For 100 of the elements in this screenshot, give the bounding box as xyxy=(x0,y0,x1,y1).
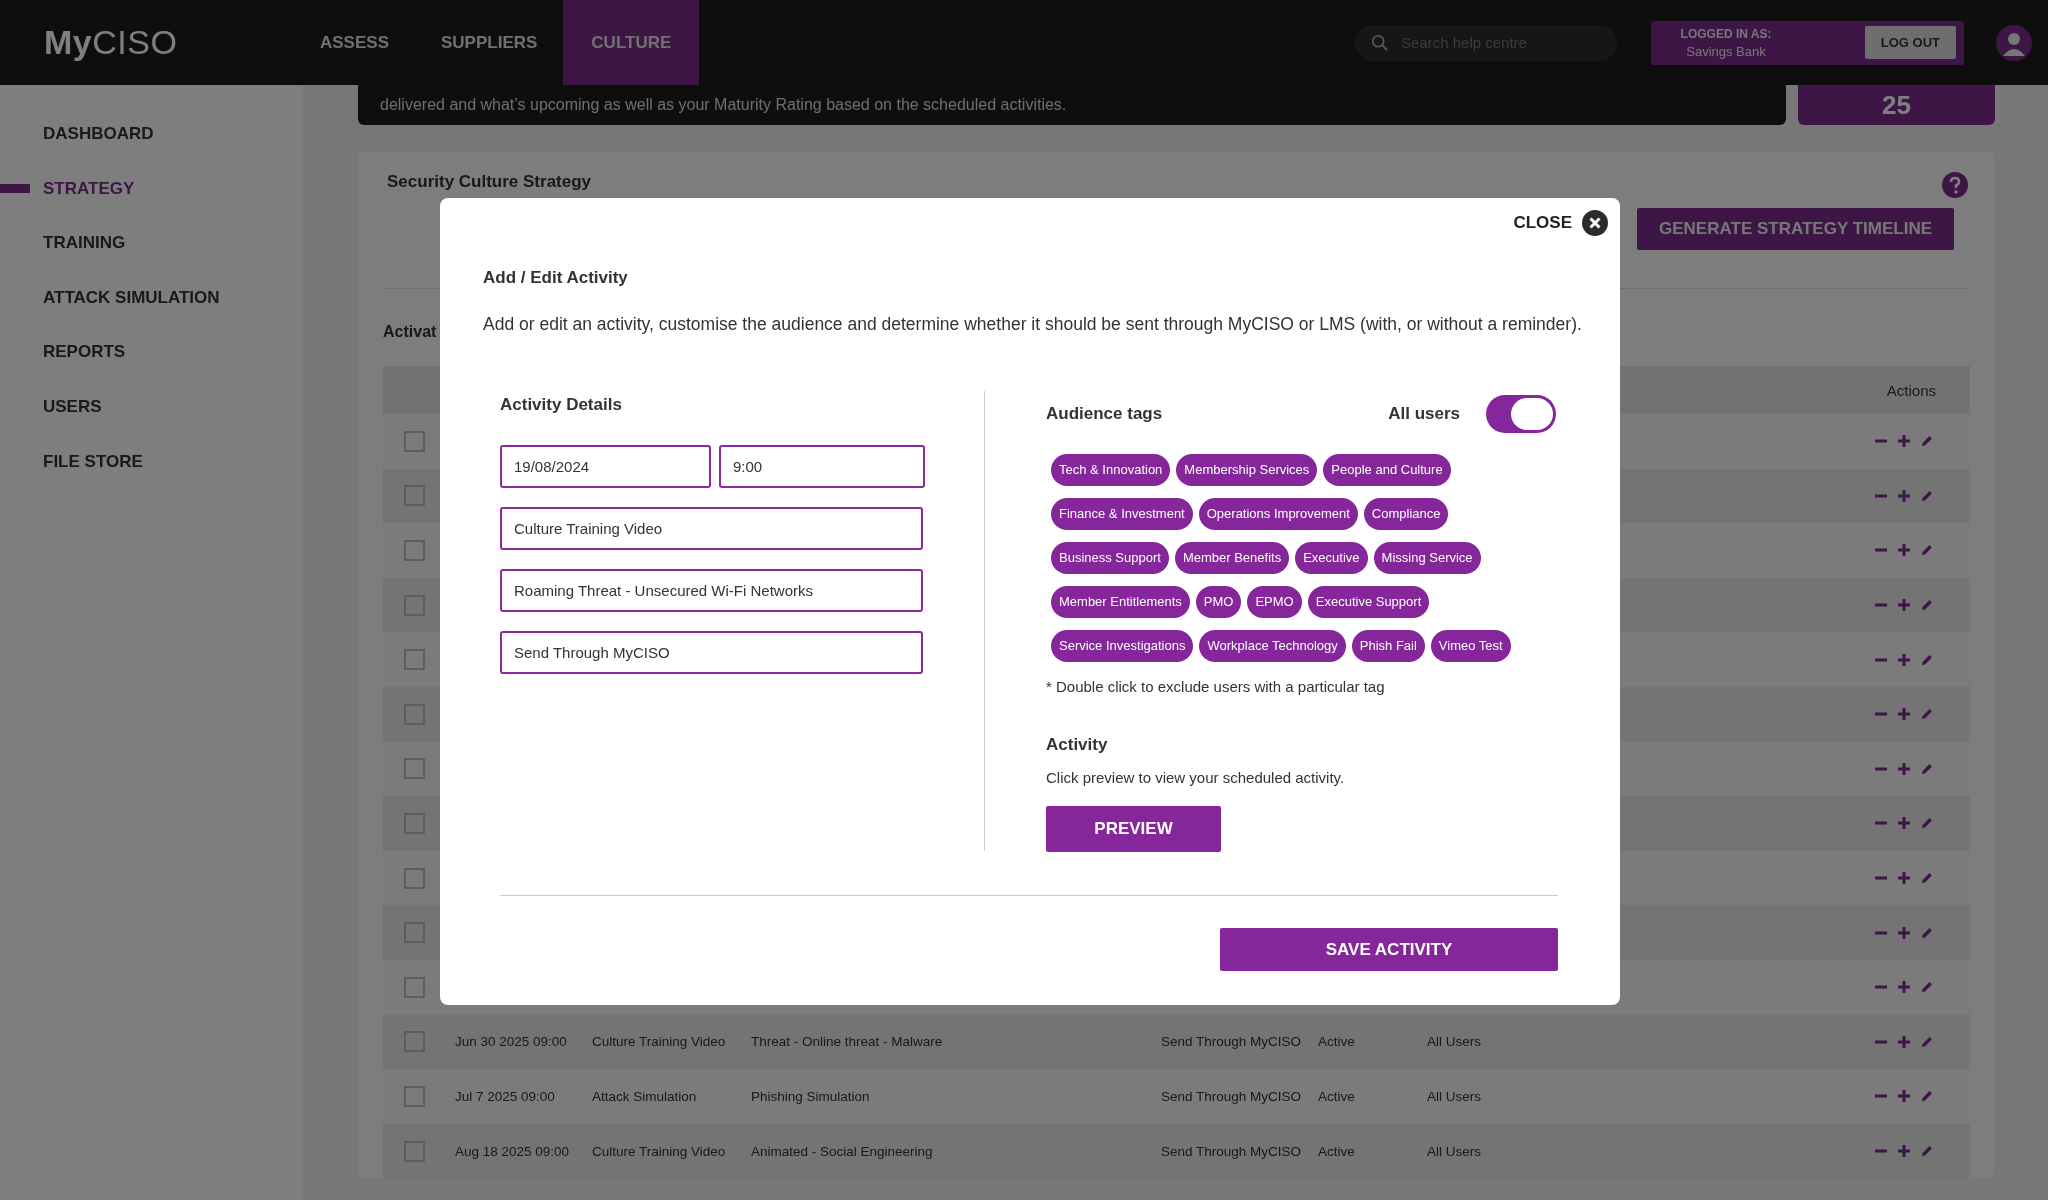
avatar-icon[interactable] xyxy=(1996,24,2032,61)
audience-tag[interactable]: Business Support xyxy=(1051,542,1169,574)
dialog-title: Add / Edit Activity xyxy=(483,268,629,288)
audience-tag[interactable]: Compliance xyxy=(1363,498,1449,530)
plus-icon[interactable] xyxy=(1897,543,1911,558)
audience-tag[interactable]: Executive xyxy=(1295,542,1368,574)
table-cell-text: Jun 30 2025 09:00 xyxy=(455,1034,568,1050)
pencil-icon[interactable] xyxy=(1920,652,1934,667)
plus-icon[interactable] xyxy=(1897,816,1911,831)
pencil-icon[interactable] xyxy=(1920,871,1934,886)
checkbox[interactable] xyxy=(404,540,425,561)
section-heading: Activity xyxy=(1046,735,1109,755)
card-title: Security Culture Strategy xyxy=(387,172,592,193)
sidebar-item[interactable]: USERS xyxy=(0,395,303,451)
table-cell-text: Send Through MyCISO xyxy=(1161,1143,1303,1159)
audience-tag[interactable]: Vimeo Test xyxy=(1430,630,1511,662)
pencil-icon[interactable] xyxy=(1920,980,1934,995)
score-value: 25 xyxy=(1882,89,1911,121)
checkbox[interactable] xyxy=(404,976,425,998)
pencil-icon[interactable] xyxy=(1920,816,1934,831)
logo[interactable]: MyCISO xyxy=(44,23,294,62)
plus-icon[interactable] xyxy=(1897,980,1911,995)
plus-icon[interactable] xyxy=(1897,925,1911,940)
hint-text: * Double click to exclude users with a particular tag xyxy=(1046,678,1386,695)
all-users-toggle[interactable] xyxy=(1486,395,1556,433)
pencil-icon[interactable] xyxy=(1920,761,1934,776)
table-cell-text: Send Through MyCISO xyxy=(1161,1034,1303,1050)
date-field[interactable]: 19/08/2024 xyxy=(500,445,711,488)
time-field[interactable]: 9:00 xyxy=(719,445,925,488)
sidebar-item[interactable]: ATTACK SIMULATION xyxy=(0,286,303,342)
preview-button[interactable]: PREVIEW xyxy=(1046,806,1221,852)
pencil-icon[interactable] xyxy=(1920,434,1934,449)
plus-icon[interactable] xyxy=(1897,652,1911,667)
checkbox[interactable] xyxy=(404,1085,425,1107)
table-cell-text: Active xyxy=(1318,1088,1356,1104)
help-icon[interactable] xyxy=(1942,172,1968,198)
table-cell-text: Send Through MyCISO xyxy=(1161,1088,1303,1104)
sidebar-item[interactable]: FILE STORE xyxy=(0,450,303,506)
pencil-icon[interactable] xyxy=(1920,1144,1934,1158)
checkbox[interactable] xyxy=(404,430,425,452)
toggle-label: All users xyxy=(1388,404,1460,424)
activity-type-field[interactable]: Culture Training Video xyxy=(500,507,923,550)
plus-icon[interactable] xyxy=(1897,598,1911,613)
audience-tag[interactable]: Operations Improvement xyxy=(1198,498,1358,530)
activity-field[interactable]: Roaming Threat - Unsecured Wi-Fi Networks xyxy=(500,569,923,612)
sidebar-item[interactable]: TRAINING xyxy=(0,232,303,287)
pencil-icon[interactable] xyxy=(1920,707,1934,722)
audience-tag[interactable]: Finance & Investment xyxy=(1051,498,1193,530)
table-cell-text: Attack Simulation xyxy=(592,1088,698,1104)
plus-icon[interactable] xyxy=(1897,488,1911,503)
checkbox[interactable] xyxy=(404,649,425,671)
plus-icon[interactable] xyxy=(1897,1144,1911,1158)
audience-tag[interactable]: Tech & Innovation xyxy=(1051,454,1171,486)
column-header: Actions xyxy=(1886,381,1936,399)
delivery-field[interactable]: Send Through MyCISO xyxy=(500,631,923,674)
table-cell-text: Aug 18 2025 09:00 xyxy=(455,1143,571,1159)
audience-tag[interactable]: Service Investigations xyxy=(1051,630,1194,662)
pencil-icon[interactable] xyxy=(1920,488,1934,503)
table-cell-text: Phishing Simulation xyxy=(751,1088,871,1104)
audience-tag[interactable]: PMO xyxy=(1195,586,1242,618)
plus-icon[interactable] xyxy=(1897,1089,1911,1104)
audience-tag[interactable]: Missing Service xyxy=(1373,542,1481,574)
audience-tag[interactable]: Phish Fail xyxy=(1351,630,1425,662)
table-cell-text: Active xyxy=(1318,1143,1356,1159)
plus-icon[interactable] xyxy=(1897,1034,1911,1049)
section-title: Activat xyxy=(383,323,437,341)
close-button[interactable]: CLOSE xyxy=(1513,210,1608,236)
audience-tag[interactable]: Membership Services xyxy=(1176,454,1318,486)
pencil-icon[interactable] xyxy=(1920,925,1934,940)
audience-tag[interactable]: People and Culture xyxy=(1323,454,1451,486)
search-icon xyxy=(1371,33,1389,52)
plus-icon[interactable] xyxy=(1897,761,1911,776)
table-cell-text: Culture Training Video xyxy=(592,1143,727,1159)
preview-hint: Click preview to view your scheduled activity. xyxy=(1046,769,1346,786)
nav-tab[interactable]: ASSESS xyxy=(294,0,415,85)
pencil-icon[interactable] xyxy=(1920,598,1934,613)
plus-icon[interactable] xyxy=(1897,871,1911,886)
audience-tag[interactable]: EPMO xyxy=(1247,586,1302,618)
pencil-icon[interactable] xyxy=(1920,543,1934,558)
checkbox[interactable] xyxy=(404,867,425,889)
sidebar-item[interactable]: DASHBOARD xyxy=(0,123,303,178)
pencil-icon[interactable] xyxy=(1920,1034,1934,1049)
plus-icon[interactable] xyxy=(1897,707,1911,722)
table-cell-text: Threat - Online threat - Malware xyxy=(751,1034,944,1050)
table-cell: All Users xyxy=(1427,1088,1481,1104)
audience-tag[interactable]: Executive Support xyxy=(1307,586,1430,618)
table-cell-text: Active xyxy=(1318,1034,1356,1050)
audience-tag[interactable]: Workplace Technology xyxy=(1199,630,1346,662)
sidebar-item[interactable]: REPORTS xyxy=(0,341,303,396)
logged-in-label: LOGGED IN AS: xyxy=(1680,26,1772,41)
sidebar-item[interactable]: STRATEGY xyxy=(0,177,303,233)
save-activity-button[interactable]: SAVE ACTIVITY xyxy=(1220,928,1558,971)
plus-icon[interactable] xyxy=(1897,434,1911,449)
audience-tag[interactable]: Member Entitlements xyxy=(1051,586,1190,618)
close-icon[interactable] xyxy=(1582,210,1608,236)
table-cell-text: Jul 7 2025 09:00 xyxy=(455,1088,556,1104)
checkbox[interactable] xyxy=(404,758,425,780)
pencil-icon[interactable] xyxy=(1920,1089,1934,1104)
dialog-description: Add or edit an activity, customise the audience and determine whether it should be sent through MyCISO or LMS (with, or without a reminder). xyxy=(483,314,1583,335)
audience-tag[interactable]: Member Benefits xyxy=(1174,542,1290,574)
